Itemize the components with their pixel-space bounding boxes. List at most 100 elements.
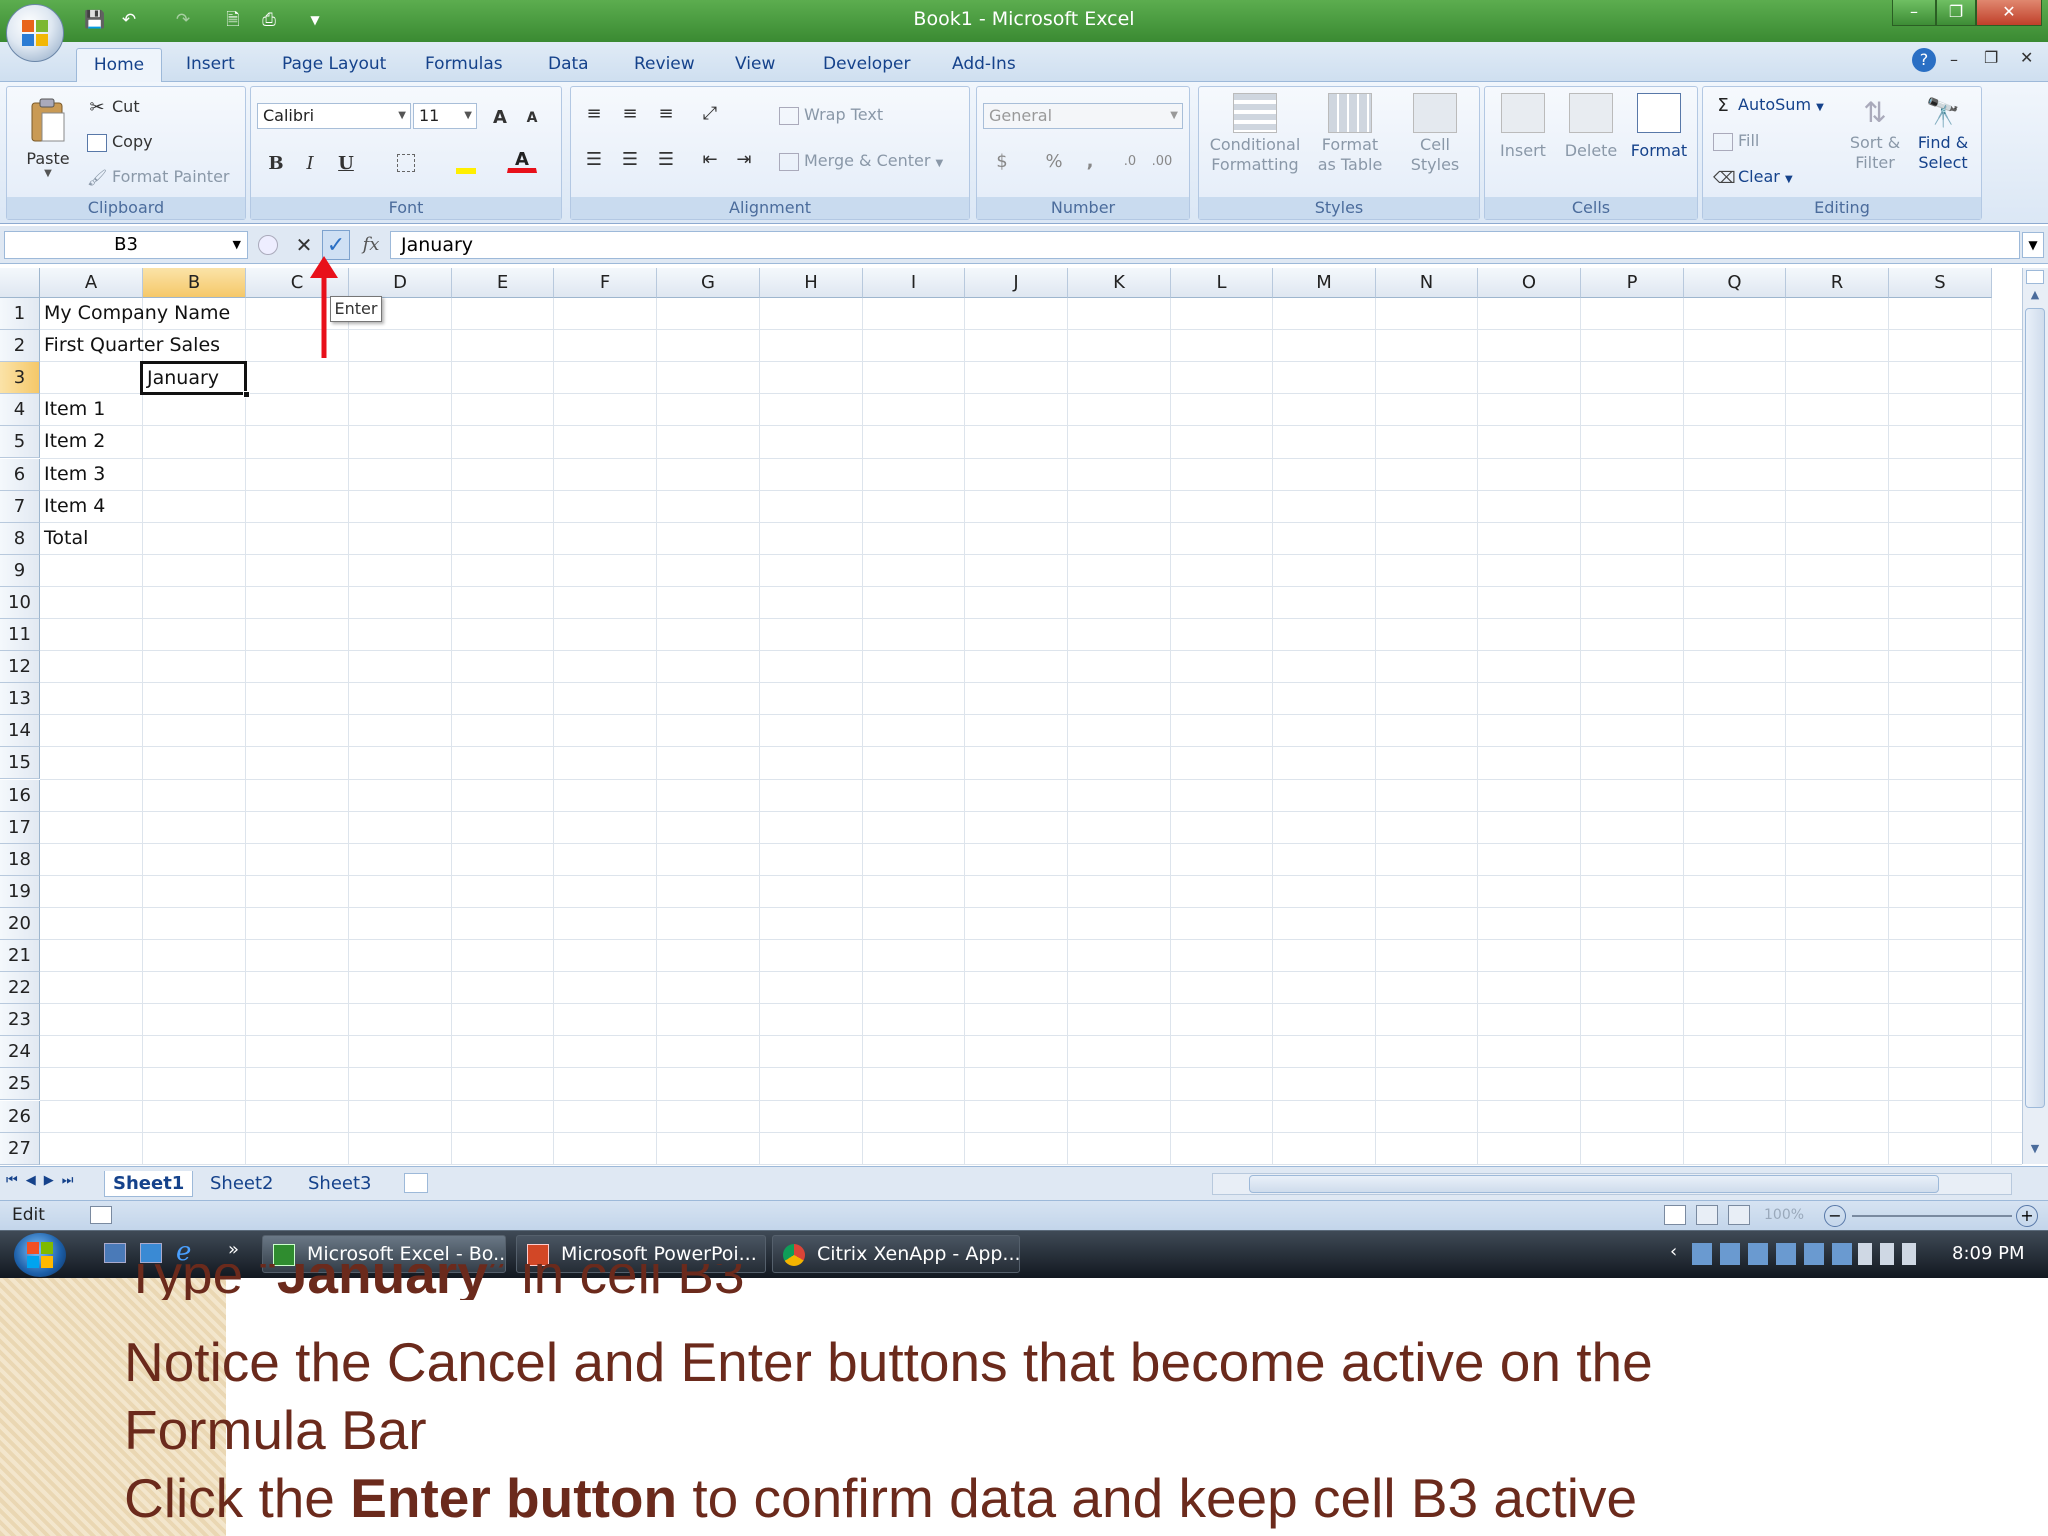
column-header-b[interactable]: B [143,268,246,298]
number-format-combo[interactable]: General ▼ [983,103,1183,129]
worksheet-grid[interactable]: ABCDEFGHIJKLMNOPQRS 1 2 3 4 5 6 7 8 9 10 11 12 13 14 1… [0,268,2022,1165]
row-header-3[interactable]: 3 [0,362,40,395]
comma-button[interactable]: , [1075,147,1105,175]
print-preview-icon[interactable]: 🗎 [220,7,246,33]
delete-cells-button[interactable]: Delete [1559,93,1623,161]
expand-formula-bar-icon[interactable]: ▼ [2022,232,2044,258]
orientation-icon[interactable]: ⤢ [695,99,725,127]
zoom-level[interactable]: 100% [1764,1207,1804,1223]
copy-button[interactable]: Copy [87,132,153,152]
align-top-icon[interactable]: ≡ [579,99,609,127]
paste-button[interactable]: Paste ▼ [17,93,79,193]
system-tray-icons[interactable] [1692,1243,1852,1265]
row-header-7[interactable]: 7 [0,490,40,523]
column-header-l[interactable]: L [1171,268,1273,298]
name-box[interactable]: B3 ▼ [4,231,248,259]
cell-a6[interactable]: Item 3 [40,459,105,489]
align-center-icon[interactable]: ☰ [615,145,645,173]
zoom-out-icon[interactable]: − [1824,1205,1846,1227]
redo-icon[interactable]: ↷ [170,7,196,33]
wrap-text-button[interactable]: Wrap Text [779,105,883,125]
increase-indent-icon[interactable]: ⇥ [729,145,759,173]
fill-button[interactable]: Fill [1713,131,1759,151]
undo-icon[interactable]: ↶ [116,7,142,33]
tray-expand-icon[interactable]: ‹ [1670,1241,1677,1262]
row-header-2[interactable]: 2 [0,330,40,363]
split-box[interactable] [2026,270,2044,284]
clear-button[interactable]: ⌫ Clear ▼ [1713,167,1793,187]
align-middle-icon[interactable]: ≡ [615,99,645,127]
vertical-scrollbar[interactable]: ▲ ▼ [2022,268,2048,1164]
tab-data[interactable]: Data [536,48,601,82]
row-header-23[interactable]: 23 [0,1004,40,1037]
format-cells-button[interactable]: Format [1625,93,1693,161]
conditional-formatting-button[interactable]: Conditional Formatting [1205,93,1305,175]
scroll-down-icon[interactable]: ▼ [2026,1142,2044,1160]
row-header-14[interactable]: 14 [0,715,40,748]
row-header-10[interactable]: 10 [0,586,40,619]
font-color-button[interactable]: A [507,145,537,173]
column-header-d[interactable]: D [349,268,452,298]
decrease-decimal-icon[interactable]: .00 [1147,147,1177,175]
tab-insert[interactable]: Insert [174,48,247,82]
column-header-q[interactable]: Q [1684,268,1786,298]
row-header-13[interactable]: 13 [0,683,40,716]
percent-button[interactable]: % [1039,147,1069,175]
office-button[interactable] [6,4,64,62]
row-header-21[interactable]: 21 [0,940,40,973]
row-header-27[interactable]: 27 [0,1132,40,1165]
column-header-i[interactable]: I [863,268,965,298]
formula-input[interactable]: January [390,231,2020,259]
sheet-tab-sheet1[interactable]: Sheet1 [104,1171,194,1197]
insert-sheet-icon[interactable] [404,1173,428,1193]
row-header-1[interactable]: 1 [0,298,40,331]
help-icon[interactable]: ? [1912,48,1936,72]
column-header-e[interactable]: E [452,268,554,298]
cut-button[interactable]: ✂ Cut [87,97,139,117]
select-all-button[interactable] [0,268,40,298]
cell-a8[interactable]: Total [40,523,88,553]
page-layout-view-icon[interactable] [1696,1205,1718,1225]
grow-font-button[interactable]: A [485,103,515,131]
row-header-18[interactable]: 18 [0,843,40,876]
page-break-view-icon[interactable] [1728,1205,1750,1225]
row-header-19[interactable]: 19 [0,875,40,908]
row-header-17[interactable]: 17 [0,811,40,844]
tray-power-network-volume-icons[interactable] [1858,1243,1918,1265]
tab-view[interactable]: View [723,48,787,82]
cell-styles-button[interactable]: Cell Styles [1395,93,1475,175]
sheet-tab-sheet2[interactable]: Sheet2 [202,1171,282,1197]
column-header-n[interactable]: N [1376,268,1478,298]
row-header-24[interactable]: 24 [0,1036,40,1069]
vertical-scroll-thumb[interactable] [2025,308,2045,1108]
row-header-25[interactable]: 25 [0,1068,40,1101]
active-cell-b3[interactable]: January [140,361,250,398]
row-header-16[interactable]: 16 [0,779,40,812]
column-header-m[interactable]: M [1273,268,1376,298]
cell-a4[interactable]: Item 1 [40,394,105,424]
switch-windows-icon[interactable] [140,1243,162,1263]
sheet-tab-sheet3[interactable]: Sheet3 [300,1171,380,1197]
row-header-11[interactable]: 11 [0,619,40,652]
row-header-5[interactable]: 5 [0,426,40,459]
column-header-j[interactable]: J [965,268,1068,298]
column-header-h[interactable]: H [760,268,863,298]
decrease-indent-icon[interactable]: ⇤ [695,145,725,173]
tab-add-ins[interactable]: Add-Ins [940,48,1028,82]
align-bottom-icon[interactable]: ≡ [651,99,681,127]
row-header-6[interactable]: 6 [0,458,40,491]
cell-a7[interactable]: Item 4 [40,491,105,521]
tab-developer[interactable]: Developer [811,48,922,82]
column-header-o[interactable]: O [1478,268,1581,298]
horizontal-scrollbar[interactable] [1212,1173,2012,1195]
column-header-r[interactable]: R [1786,268,1889,298]
bold-button[interactable]: B [261,149,291,177]
fill-color-icon[interactable] [451,149,481,177]
format-as-table-button[interactable]: Format as Table [1309,93,1391,175]
row-header-22[interactable]: 22 [0,972,40,1005]
insert-cells-button[interactable]: Insert [1491,93,1555,161]
cell-a5[interactable]: Item 2 [40,426,105,456]
show-desktop-icon[interactable] [104,1243,126,1263]
macro-record-icon[interactable] [90,1206,112,1224]
normal-view-icon[interactable] [1664,1205,1686,1225]
